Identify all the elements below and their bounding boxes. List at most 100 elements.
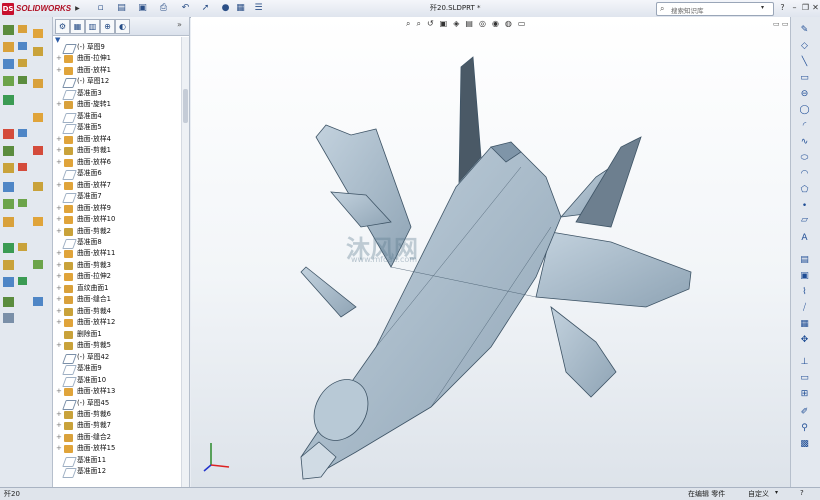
tree-item[interactable]: + 曲面-放样15 [53,443,181,454]
tree-item[interactable]: + 曲面-放样12 [53,317,181,328]
move-face-icon[interactable] [33,217,43,226]
surface-sweep-tool-icon[interactable] [18,59,27,67]
open-folder-icon[interactable]: ▤ [116,3,127,14]
expand-toggle-icon[interactable]: + [56,260,62,272]
expand-toggle-icon[interactable]: + [56,53,62,65]
loft-icon[interactable] [3,76,14,86]
tree-item[interactable]: + 曲面-缝合2 [53,432,181,443]
text-tool-icon[interactable]: A [799,233,810,243]
surface-extrude-tool-icon[interactable] [18,25,27,33]
expand-toggle-icon[interactable]: + [56,386,62,398]
tree-item[interactable]: (-) 草图45 [53,398,181,410]
expand-toggle-icon[interactable]: + [56,306,62,318]
tree-item[interactable]: + 曲面-放样10 [53,214,181,225]
tree-item[interactable]: 基准面5 [53,122,181,135]
instant2d-icon[interactable]: ⚲ [799,423,810,433]
expand-toggle-icon[interactable]: + [56,443,62,455]
mirror-entities-icon[interactable]: ⧸ [799,303,810,313]
expand-toggle-icon[interactable]: + [56,340,62,352]
expand-toggle-icon[interactable]: + [56,203,62,215]
expand-toggle-icon[interactable]: + [56,420,62,432]
shell-icon[interactable] [3,199,14,209]
surface-revolve-tool-icon[interactable] [18,42,27,50]
offset-entities-icon[interactable]: ▣ [799,271,810,281]
trim-entities-icon[interactable]: ⌇ [799,287,810,297]
expand-toggle-icon[interactable]: + [56,157,62,169]
tree-item[interactable]: 删除面1 [53,329,181,340]
rectangle-icon[interactable]: ▭ [799,73,810,83]
offset-surface-icon[interactable] [18,129,27,137]
surface-loft-tool-icon[interactable] [18,76,27,84]
polygon-icon[interactable]: ⬠ [799,185,810,195]
tree-item[interactable]: + 曲面-放样6 [53,157,181,168]
pattern-icon[interactable] [3,146,14,156]
point-icon[interactable]: • [799,201,810,211]
circle-icon[interactable]: ◯ [799,105,810,115]
move-entities-icon[interactable]: ✥ [799,335,810,345]
expand-toggle-icon[interactable]: + [56,317,62,329]
trim-surface-icon[interactable] [18,163,27,171]
line-icon[interactable]: ╲ [799,57,810,67]
shaded-sketch-icon[interactable]: ▩ [799,439,810,449]
mirror-icon[interactable] [3,182,14,192]
units-dropdown-icon[interactable]: ▾ [775,489,778,496]
spline-icon[interactable]: ∿ [799,137,810,147]
tree-item[interactable]: + 曲面-缝合1 [53,294,181,305]
tree-item[interactable]: + 曲面-放样4 [53,134,181,145]
replace-face-icon[interactable] [33,182,43,191]
expand-toggle-icon[interactable]: + [56,214,62,226]
tree-item[interactable]: + 曲面-放样7 [53,180,181,191]
save-icon[interactable]: ▣ [137,3,148,14]
tree-item[interactable]: + 曲面-剪裁6 [53,409,181,420]
expand-toggle-icon[interactable]: + [56,432,62,444]
repair-sketch-icon[interactable]: ▭ [799,373,810,383]
convert-entities-icon[interactable]: ▤ [799,255,810,265]
close-icon[interactable]: ✕ [810,2,820,13]
help-status-icon[interactable]: ? [800,489,804,497]
mid-surface-icon[interactable] [33,260,43,269]
knit-surface-icon[interactable] [18,199,27,207]
tree-item[interactable]: + 曲面-放样13 [53,386,181,397]
tree-item[interactable]: 基准面11 [53,455,181,467]
fillet-sketch-icon[interactable]: ◠ [799,169,810,179]
boundary-icon[interactable] [3,95,14,105]
tree-item[interactable]: + 曲面-旋转1 [53,99,181,110]
expand-toggle-icon[interactable]: + [56,271,62,283]
tree-item[interactable]: + 曲面-放样11 [53,248,181,259]
menu-arrow-icon[interactable]: ▶ [75,5,80,12]
chevron-down-icon[interactable]: ▾ [761,4,764,11]
tree-item[interactable]: 基准面7 [53,191,181,204]
wrap-icon[interactable] [3,260,14,270]
tree-item[interactable]: + 曲面-剪裁1 [53,145,181,156]
tree-item[interactable]: + 曲面-剪裁7 [53,420,181,431]
tree-item[interactable]: (-) 草图12 [53,76,181,89]
graphics-area[interactable]: ⌕ ⌕ ↺ ▣ ◈ ▤ ◎ ◉ ◍ ▭ ▭ ▭ 沐风网 www.mfcad.co… [191,17,790,487]
cut-icon[interactable] [3,163,14,173]
extrude-icon[interactable] [3,25,14,35]
fillet-icon[interactable] [3,129,14,139]
feature-manager-tab-icon[interactable]: ⚙ [55,19,70,34]
expand-toggle-icon[interactable]: + [56,180,62,192]
cut-with-surface-icon[interactable] [33,297,43,306]
extend-surface-icon[interactable] [33,47,43,56]
tree-item[interactable]: + 曲面-剪裁5 [53,340,181,351]
rebuild-icon[interactable]: ● [220,3,231,14]
tree-item[interactable]: 基准面9 [53,363,181,376]
tree-item[interactable]: 基准面10 [53,375,181,387]
file-properties-icon[interactable]: ▦ [235,3,246,14]
rapid-sketch-icon[interactable]: ✐ [799,407,810,417]
plane-tool-icon[interactable]: ▱ [799,215,810,225]
tree-item[interactable]: + 曲面-放样1 [53,65,181,76]
search-knowledge-base[interactable]: ⌕ 搜索知识库 ▾ [656,2,774,16]
expand-toggle-icon[interactable]: + [56,65,62,77]
expand-toggle-icon[interactable]: + [56,145,62,157]
slot-icon[interactable]: ⊖ [799,89,810,99]
display-relations-icon[interactable]: ⊥ [799,357,810,367]
undo-icon[interactable]: ↶ [180,3,191,14]
property-manager-tab-icon[interactable]: ▦ [70,19,85,34]
unit-system-selector[interactable]: 自定义 [748,489,769,499]
delete-face-tool-icon[interactable] [33,146,43,155]
search-input[interactable]: 搜索知识库 [671,5,704,15]
planar-surface-icon[interactable] [33,29,43,38]
tree-item[interactable]: 基准面4 [53,111,181,123]
